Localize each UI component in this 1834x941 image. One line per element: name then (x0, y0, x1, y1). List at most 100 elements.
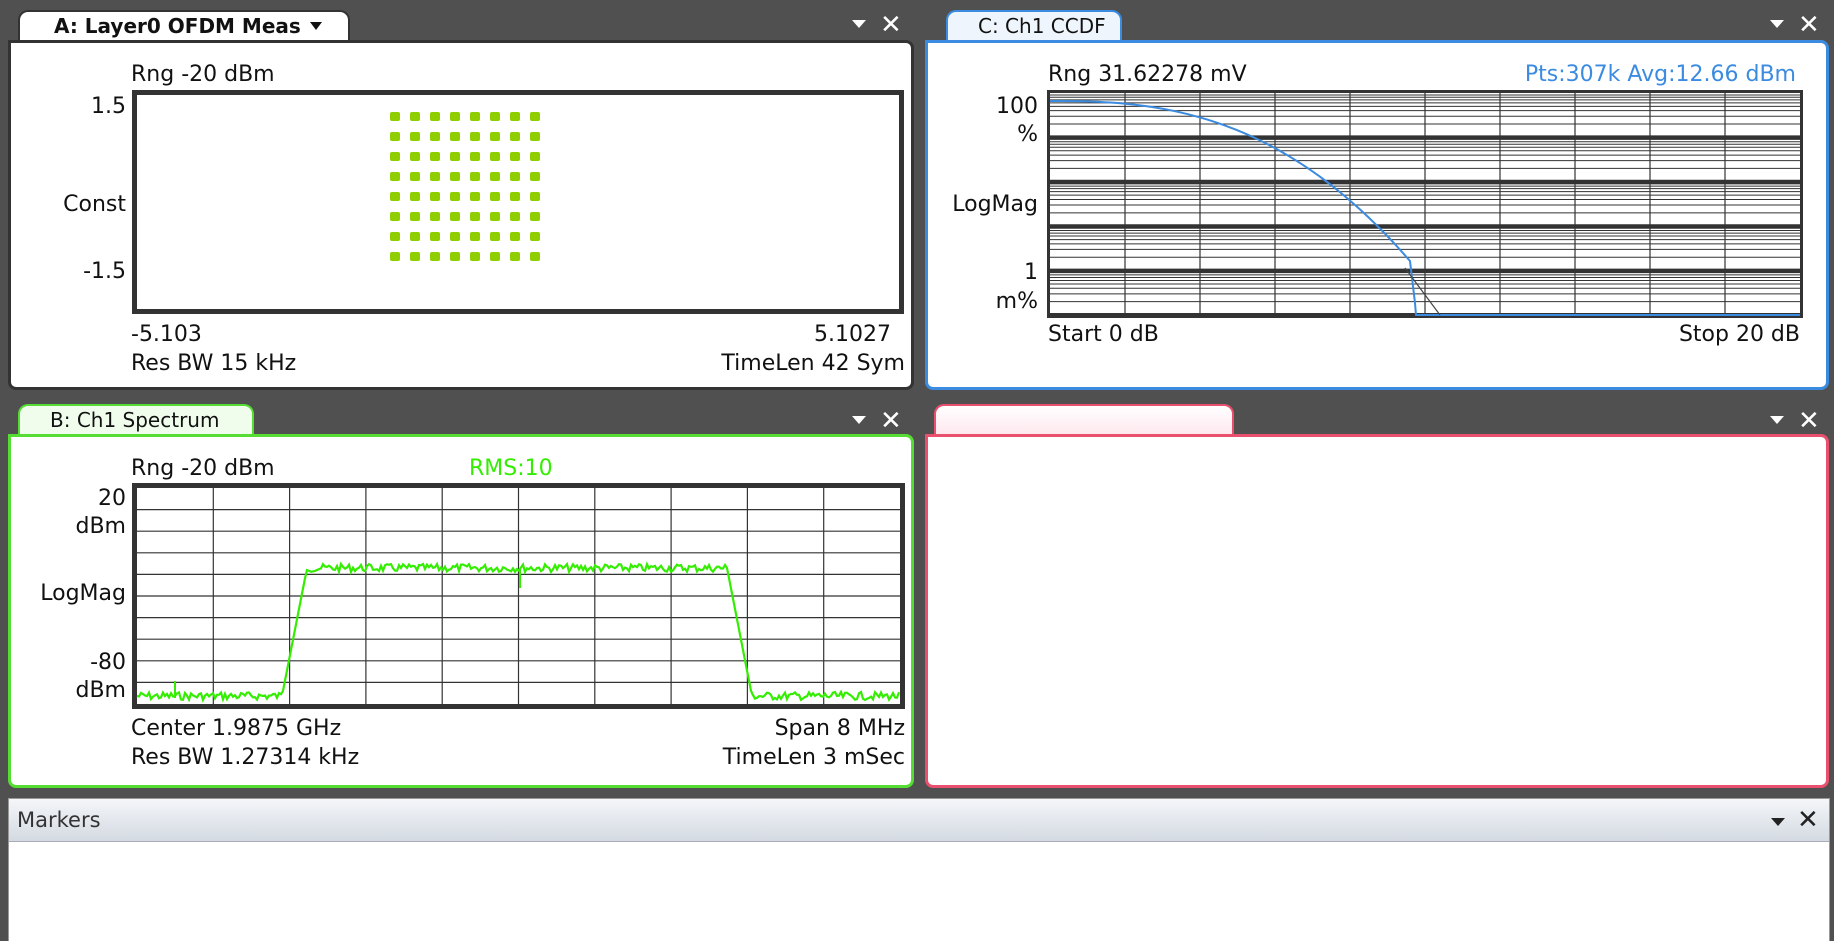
constellation-point (490, 252, 500, 261)
time-len-label: TimeLen 42 Sym (721, 351, 905, 376)
constellation-point (470, 112, 480, 121)
constellation-point (390, 232, 400, 241)
constellation-point (410, 232, 420, 241)
constellation-point (410, 112, 420, 121)
constellation-point (410, 132, 420, 141)
tab-window-c[interactable]: C: Ch1 CCDF (946, 10, 1122, 40)
y-axis-mid-label: LogMag (40, 581, 126, 606)
constellation-point (510, 112, 520, 121)
constellation-point (530, 252, 540, 261)
constellation-point (470, 232, 480, 241)
constellation-point (510, 172, 520, 181)
chevron-down-icon[interactable] (1770, 20, 1784, 28)
constellation-point (490, 112, 500, 121)
constellation-point (390, 212, 400, 221)
constellation-point (410, 152, 420, 161)
constellation-point (390, 172, 400, 181)
constellation-point (450, 112, 460, 121)
constellation-point (510, 192, 520, 201)
constellation-point (530, 192, 540, 201)
x-axis-right-label: 5.1027 (814, 322, 891, 347)
time-len-label: TimeLen 3 mSec (722, 745, 905, 770)
tab-window-a[interactable]: A: Layer0 OFDM Meas (18, 10, 350, 40)
x-axis-stop-label: Stop 20 dB (1678, 322, 1800, 347)
span-label: Span 8 MHz (774, 716, 905, 741)
constellation-point (510, 252, 520, 261)
close-icon[interactable]: ✕ (880, 408, 902, 434)
constellation-point (410, 212, 420, 221)
constellation-point (490, 152, 500, 161)
constellation-point (430, 152, 440, 161)
y-axis-low-label: 1 (1024, 260, 1038, 285)
constellation-svg (390, 112, 540, 261)
constellation-point (450, 192, 460, 201)
constellation-point (410, 252, 420, 261)
panel-window-a: Rng -20 dBm 1.5 Const -1.5 -5.103 5.1027… (8, 40, 914, 390)
constellation-point (450, 152, 460, 161)
info-label: Pts:307k Avg:12.66 dBm (1524, 62, 1796, 87)
close-icon[interactable]: ✕ (1798, 408, 1820, 434)
constellation-point (470, 252, 480, 261)
constellation-point (390, 252, 400, 261)
y-axis-mid-label: Const (63, 192, 126, 217)
chevron-down-icon[interactable] (852, 20, 866, 28)
center-label: Center 1.9875 GHz (131, 716, 342, 741)
constellation-point (510, 212, 520, 221)
y-axis-low-unit: m% (995, 289, 1038, 314)
constellation-point (390, 152, 400, 161)
constellation-point (530, 232, 540, 241)
constellation-point (410, 192, 420, 201)
tab-title: C: Ch1 CCDF (978, 14, 1106, 38)
constellation-point (490, 172, 500, 181)
y-axis-bottom-label: -80 (90, 650, 126, 675)
constellation-point (450, 212, 460, 221)
y-axis-bottom-unit: dBm (75, 678, 127, 703)
markers-panel: Markers ✕ (8, 798, 1830, 941)
constellation-point (490, 192, 500, 201)
tab-menu-icon[interactable] (310, 22, 322, 30)
constellation-point (530, 132, 540, 141)
constellation-point (430, 212, 440, 221)
close-icon[interactable]: ✕ (1797, 805, 1819, 835)
range-label: Rng -20 dBm (131, 456, 275, 481)
spectrum-plot (132, 483, 905, 709)
tab-title: A: Layer0 OFDM Meas (54, 14, 301, 38)
constellation-point (450, 232, 460, 241)
ccdf-plot (1047, 90, 1803, 318)
constellation-point (530, 152, 540, 161)
constellation-point (530, 172, 540, 181)
x-axis-start-label: Start 0 dB (1048, 322, 1159, 347)
y-axis-top-label: 100 (996, 94, 1038, 119)
constellation-point (430, 192, 440, 201)
constellation-point (490, 232, 500, 241)
constellation-point (490, 212, 500, 221)
close-icon[interactable]: ✕ (880, 12, 902, 38)
y-axis-top-label: 20 (98, 486, 126, 511)
constellation-point (450, 132, 460, 141)
x-axis-left-label: -5.103 (131, 322, 202, 347)
constellation-point (490, 132, 500, 141)
constellation-point (450, 252, 460, 261)
tab-title: B: Ch1 Spectrum (50, 408, 220, 432)
constellation-point (470, 152, 480, 161)
range-label: Rng 31.62278 mV (1048, 62, 1247, 87)
tab-window-d[interactable] (934, 404, 1234, 434)
constellation-point (390, 132, 400, 141)
constellation-point (470, 172, 480, 181)
spectrum-grid (137, 488, 900, 704)
markers-header: Markers ✕ (9, 799, 1829, 842)
spectrum-svg (136, 488, 901, 704)
constellation-plot (132, 90, 904, 314)
chevron-down-icon[interactable] (852, 416, 866, 424)
constellation-point (530, 112, 540, 121)
close-icon[interactable]: ✕ (1798, 12, 1820, 38)
chevron-down-icon[interactable] (1770, 416, 1784, 424)
y-axis-mid-label: LogMag (952, 192, 1038, 217)
chevron-down-icon[interactable] (1771, 818, 1785, 826)
constellation-point (430, 252, 440, 261)
tab-window-b[interactable]: B: Ch1 Spectrum (18, 404, 254, 434)
range-label: Rng -20 dBm (131, 62, 275, 87)
constellation-point (450, 172, 460, 181)
ccdf-svg (1050, 93, 1800, 317)
constellation-point (470, 212, 480, 221)
